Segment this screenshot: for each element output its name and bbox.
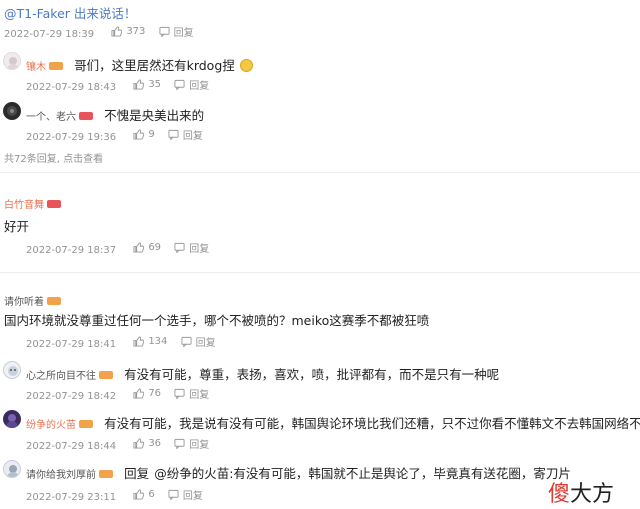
comment-date: 2022-07-29 18:42 <box>26 391 117 402</box>
comment-date: 2022-07-29 18:37 <box>26 245 117 256</box>
avatar[interactable] <box>3 361 21 379</box>
reply-button[interactable]: 回复 <box>181 334 216 349</box>
thumb-up-icon <box>133 489 145 500</box>
thumb-up-icon <box>133 242 145 253</box>
smile-emoji-icon <box>239 59 253 72</box>
comment-date: 2022-07-29 18:41 <box>26 339 117 350</box>
comment-username[interactable]: 纷争的火苗 <box>26 420 76 431</box>
comment-date: 2022-07-29 23:11 <box>26 492 117 503</box>
comment-text: 国内环境就没尊重过任何一个选手，哪个不被喷的？meiko这赛季不都被狂喷 <box>4 313 430 328</box>
comment-username[interactable]: 镶木 <box>26 62 46 73</box>
comment-icon <box>168 489 179 500</box>
comment-text: 哥们，这里居然还有krdog捏 <box>74 58 235 73</box>
view-more-replies-link[interactable]: 共72条回复, 点击查看 <box>4 150 103 165</box>
comment-date: 2022-07-29 18:43 <box>26 82 117 93</box>
comment-date: 2022-07-29 18:44 <box>26 441 117 452</box>
reply-button[interactable]: 回复 <box>174 77 209 92</box>
top-comment-text: @T1-Faker 出来说话！ <box>4 6 137 21</box>
vip-badge <box>99 370 113 379</box>
reply-button[interactable]: 回复 <box>174 386 209 401</box>
comment-icon <box>174 79 185 90</box>
like-button[interactable]: 35 <box>133 79 161 90</box>
comment-icon <box>159 26 170 37</box>
vip-badge <box>49 61 63 70</box>
reply-button[interactable]: 回复 <box>174 240 209 255</box>
thumb-up-icon <box>133 388 145 399</box>
comment-icon <box>174 242 185 253</box>
divider <box>0 272 640 273</box>
vip-badge <box>47 199 61 208</box>
reply-word: 回复 <box>124 466 150 481</box>
thumb-up-icon <box>111 26 123 37</box>
comment-icon <box>174 438 185 449</box>
comment-username[interactable]: 白竹音舞 <box>4 200 44 211</box>
avatar[interactable] <box>3 460 21 478</box>
comment-text: :有没有可能，韩国就不止是舆论了，毕竟真有送花圈，寄刀片 <box>229 466 571 481</box>
like-button[interactable]: 69 <box>133 242 161 253</box>
thumb-up-icon <box>133 79 145 90</box>
thumb-up-icon <box>133 336 145 347</box>
watermark-text: 大方 <box>570 482 615 507</box>
reply-button[interactable]: 回复 <box>168 487 203 502</box>
thumb-up-icon <box>133 438 145 449</box>
like-button[interactable]: 76 <box>133 388 161 399</box>
comment-username[interactable]: 请你听着 <box>4 297 44 308</box>
comment-date: 2022-07-29 19:36 <box>26 132 117 143</box>
reply-button[interactable]: 回复 <box>159 24 194 39</box>
like-button[interactable]: 9 <box>133 129 155 140</box>
vip-badge <box>99 469 113 478</box>
comment-icon <box>181 336 192 347</box>
comment-username[interactable]: 心之所向目不往 <box>26 371 96 382</box>
comment-date: 2022-07-29 18:39 <box>4 29 95 40</box>
watermark-char: 傻 <box>548 482 571 507</box>
comment-text: 有没有可能，我是说有没有可能，韩国舆论环境比我们还糟，只不过你看不懂韩文不去韩国… <box>104 416 640 431</box>
comment-username[interactable]: 请你给我刘厚前 <box>26 470 96 481</box>
comment-username[interactable]: 一个、老六 <box>26 112 76 123</box>
comment-text: 有没有可能，尊重，表扬，喜欢，喷，批评都有，而不是只有一种呢 <box>124 367 500 382</box>
vip-badge <box>79 419 93 428</box>
watermark: 傻大方 <box>548 482 615 507</box>
reply-button[interactable]: 回复 <box>168 127 203 142</box>
vip-badge <box>79 111 93 120</box>
like-button[interactable]: 373 <box>111 26 145 37</box>
thumb-up-icon <box>133 129 145 140</box>
avatar[interactable] <box>3 410 21 428</box>
like-button[interactable]: 134 <box>133 336 167 347</box>
top-comment-meta: 2022-07-29 18:39 373 回复 <box>4 24 194 40</box>
comment-icon <box>174 388 185 399</box>
divider <box>0 172 640 173</box>
comment-text: 不愧是央美出来的 <box>104 108 205 123</box>
avatar[interactable] <box>3 52 21 70</box>
comment-icon <box>168 129 179 140</box>
like-button[interactable]: 6 <box>133 489 155 500</box>
vip-badge <box>47 296 61 305</box>
like-button[interactable]: 36 <box>133 438 161 449</box>
comment-text: 好开 <box>4 219 30 234</box>
mention-link[interactable]: @纷争的火苗 <box>154 466 229 481</box>
avatar[interactable] <box>3 102 21 120</box>
reply-button[interactable]: 回复 <box>174 436 209 451</box>
